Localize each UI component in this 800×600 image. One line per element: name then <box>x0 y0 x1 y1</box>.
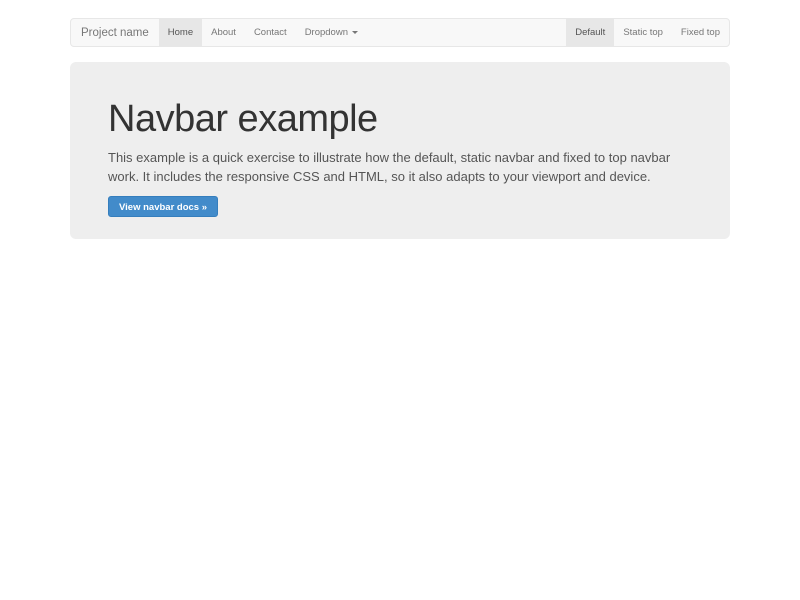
nav-item-contact[interactable]: Contact <box>245 19 296 46</box>
navbar-left-nav: Home About Contact Dropdown <box>159 19 367 46</box>
navbar: Project name Home About Contact Dropdown… <box>70 18 730 47</box>
jumbotron-description: This example is a quick exercise to illu… <box>108 148 683 186</box>
view-navbar-docs-button[interactable]: View navbar docs » <box>108 196 218 217</box>
nav-item-dropdown-label: Dropdown <box>305 27 348 38</box>
jumbotron: Navbar example This example is a quick e… <box>70 62 730 239</box>
nav-item-home[interactable]: Home <box>159 19 202 46</box>
nav-item-static-top[interactable]: Static top <box>614 19 672 46</box>
caret-down-icon <box>352 31 358 34</box>
nav-item-fixed-top[interactable]: Fixed top <box>672 19 729 46</box>
nav-item-dropdown[interactable]: Dropdown <box>296 19 367 46</box>
nav-item-default[interactable]: Default <box>566 19 614 46</box>
page-title: Navbar example <box>108 98 692 140</box>
navbar-right-nav: Default Static top Fixed top <box>566 19 729 46</box>
nav-item-about[interactable]: About <box>202 19 245 46</box>
page-container: Project name Home About Contact Dropdown… <box>70 18 730 239</box>
navbar-brand[interactable]: Project name <box>71 19 159 46</box>
